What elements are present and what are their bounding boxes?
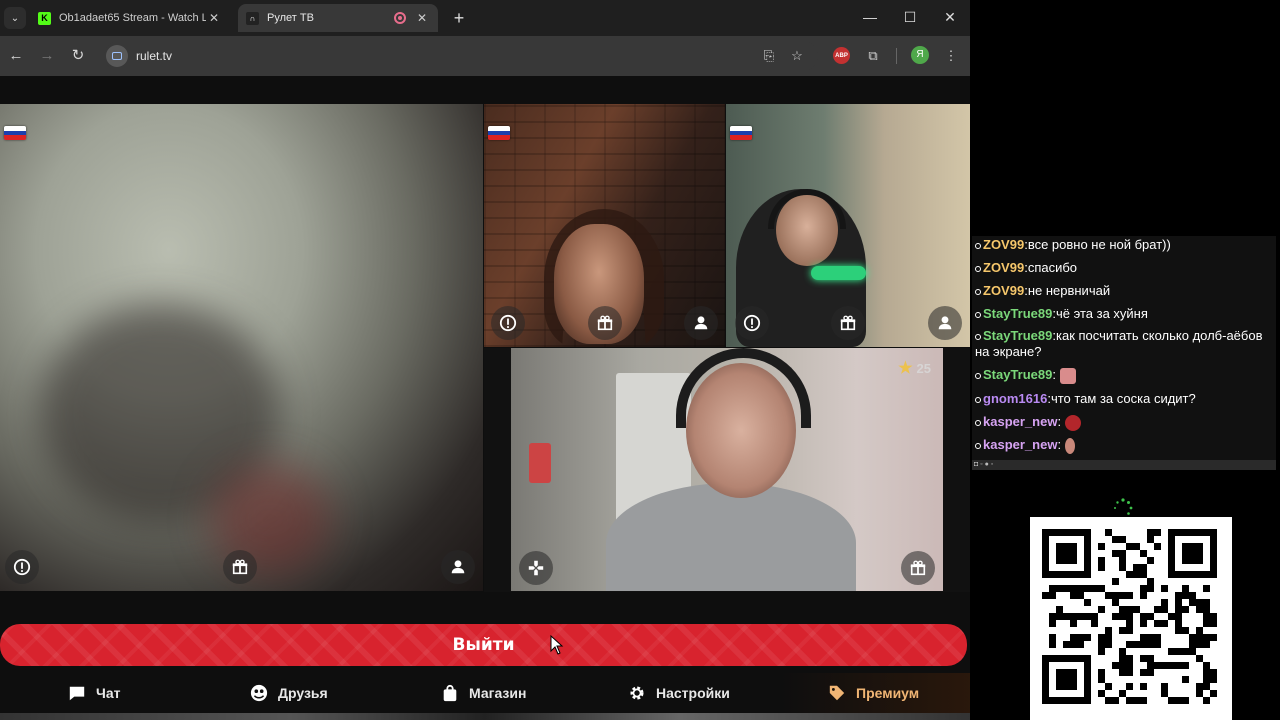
chat-footer-icons: ◘ ◦ ● ◦	[974, 461, 994, 468]
gear-icon	[628, 684, 646, 702]
stream-chat: ZOV99:все ровно не ной брат)) ZOV99:спас…	[972, 236, 1276, 460]
close-icon[interactable]: ✕	[206, 11, 222, 25]
browser-tab-bar: ⌄ K Ob1adaet65 Stream - Watch Live ✕ ∩ Р…	[0, 0, 970, 36]
install-app-icon[interactable]: ⎘	[759, 46, 779, 66]
chat-footer: ◘ ◦ ● ◦	[972, 460, 1276, 470]
report-icon[interactable]	[491, 306, 525, 340]
browser-toolbar: ← → ↻ rulet.tv ⎘ ☆ ⧉ ⋮	[0, 36, 970, 76]
self-video: ★ 25	[511, 348, 943, 591]
premium-tag-icon	[828, 684, 846, 702]
gamepad-icon[interactable]	[519, 551, 553, 585]
extensions-icon[interactable]: ⧉	[863, 46, 883, 66]
nav-shop-label: Магазин	[469, 685, 527, 701]
participant-video-2	[726, 104, 970, 347]
profile-icon[interactable]	[928, 306, 962, 340]
chat-message: ZOV99:не нервничай	[975, 283, 1271, 299]
chat-message: StayTrue89:как посчитать сколько долб-аё…	[975, 328, 1263, 359]
tab-title: Рулет ТВ	[267, 12, 314, 24]
minimize-button[interactable]: —	[855, 6, 885, 28]
url-text: rulet.tv	[136, 49, 173, 63]
chat-message: StayTrue89:	[975, 367, 1271, 384]
profile-icon[interactable]	[441, 550, 475, 584]
tab-search-button[interactable]: ⌄	[4, 7, 26, 29]
exit-button[interactable]: Выйти	[0, 624, 967, 666]
tab-title: Ob1adaet65 Stream - Watch Live	[59, 12, 206, 24]
new-tab-button[interactable]: +	[448, 7, 470, 29]
emote-icon	[1065, 414, 1082, 431]
gift-icon[interactable]	[588, 306, 622, 340]
mouse-cursor-icon	[550, 635, 564, 655]
bookmark-star-icon[interactable]: ☆	[787, 46, 807, 66]
nav-premium[interactable]: Премиум	[828, 681, 919, 705]
screen: ⌄ K Ob1adaet65 Stream - Watch Live ✕ ∩ Р…	[0, 0, 1280, 720]
chat-message: StayTrue89:чё эта за хуйня	[975, 306, 1271, 322]
profile-avatar[interactable]: Я	[911, 46, 929, 64]
rulet-icon: ∩	[246, 11, 259, 25]
report-icon[interactable]	[735, 306, 769, 340]
close-window-button[interactable]: ✕	[935, 6, 965, 28]
tab-rulet-tv[interactable]: ∩ Рулет ТВ ✕	[238, 4, 438, 32]
nav-settings-label: Настройки	[656, 685, 730, 701]
qr-code	[1030, 517, 1232, 720]
profile-icon[interactable]	[684, 306, 718, 340]
friends-icon	[250, 684, 268, 702]
bottom-navigation: Чат Друзья Магазин Настройки Премиум	[0, 673, 970, 713]
nav-friends[interactable]: Друзья	[250, 681, 328, 705]
close-icon[interactable]: ✕	[414, 11, 430, 25]
nav-chat-label: Чат	[96, 685, 121, 701]
toolbar-divider	[896, 48, 897, 64]
russia-flag-icon	[488, 126, 510, 140]
forward-button[interactable]: →	[35, 44, 59, 68]
star-count: 25	[916, 360, 931, 376]
maximize-button[interactable]: ☐	[895, 6, 925, 28]
qr-code-image	[1042, 529, 1217, 704]
star-icon: ★	[898, 360, 913, 377]
gift-icon[interactable]	[901, 551, 935, 585]
participant-video-1	[484, 104, 725, 347]
nav-premium-label: Премиум	[856, 685, 920, 701]
chat-message: gnom1616:что там за соска сидит?	[975, 391, 1271, 407]
report-icon[interactable]	[5, 550, 39, 584]
back-button[interactable]: ←	[4, 44, 28, 68]
site-info-icon[interactable]	[106, 45, 128, 67]
chat-message: kasper_new:	[975, 414, 1271, 431]
gift-icon[interactable]	[831, 306, 865, 340]
shop-bag-icon	[441, 684, 459, 702]
russia-flag-icon	[730, 126, 752, 140]
nav-friends-label: Друзья	[278, 685, 328, 701]
chat-message: ZOV99:все ровно не ной брат))	[975, 237, 1271, 253]
address-bar[interactable]: rulet.tv	[104, 41, 818, 71]
kick-icon: K	[38, 11, 51, 25]
emote-icon	[1065, 437, 1076, 454]
loading-spinner-icon	[1114, 498, 1133, 515]
russia-flag-icon	[4, 126, 26, 140]
chat-icon	[68, 684, 86, 702]
gift-icon[interactable]	[223, 550, 257, 584]
nav-shop[interactable]: Магазин	[441, 681, 526, 705]
nav-chat[interactable]: Чат	[68, 681, 120, 705]
recording-icon	[394, 12, 406, 24]
chat-message: kasper_new:	[975, 437, 1271, 454]
chat-message: ZOV99:спасибо	[975, 260, 1271, 276]
emote-icon	[1060, 367, 1076, 384]
rulet-page: ★ 25 Выйти Чат Друзья Магазин Настройки …	[0, 76, 970, 720]
menu-icon[interactable]: ⋮	[941, 46, 961, 66]
main-video	[0, 104, 483, 591]
adblock-extension-icon[interactable]: ABP	[833, 47, 850, 64]
tab-kick-stream[interactable]: K Ob1adaet65 Stream - Watch Live ✕	[30, 4, 230, 32]
reload-button[interactable]: ↻	[66, 44, 90, 68]
star-counter: ★ 25	[898, 358, 931, 378]
nav-settings[interactable]: Настройки	[628, 681, 730, 705]
